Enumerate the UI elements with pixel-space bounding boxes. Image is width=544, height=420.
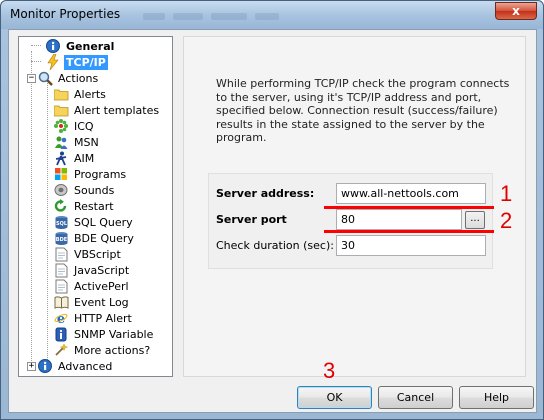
tree-item-label: ActivePerl xyxy=(74,279,129,293)
tree-item-label: Advanced xyxy=(58,359,113,373)
collapse-actions-button[interactable]: − xyxy=(27,74,36,83)
tree-item-label: Restart xyxy=(74,199,114,213)
tree-item-label: JavaScript xyxy=(74,263,130,277)
tree-item-bde-query[interactable]: BDE BDE Query xyxy=(53,230,136,246)
tree-item-label: SQL Query xyxy=(74,215,133,229)
aim-icon xyxy=(53,150,69,166)
cancel-button[interactable]: Cancel xyxy=(378,386,453,409)
server-port-label: Server port xyxy=(216,213,287,226)
close-button[interactable]: x xyxy=(495,2,537,20)
annotation-underline-1 xyxy=(324,206,494,209)
magnifier-icon xyxy=(37,70,53,86)
tree-item-sounds[interactable]: Sounds xyxy=(53,182,116,198)
folder-icon xyxy=(53,86,69,102)
tree-item-label: Alerts xyxy=(74,87,106,101)
tree-item-icq[interactable]: ICQ xyxy=(53,118,96,134)
folder-icon xyxy=(53,102,69,118)
tree-item-label: SNMP Variable xyxy=(74,327,154,341)
tree-item-alert-templates[interactable]: Alert templates xyxy=(53,102,161,118)
tree-item-vbscript[interactable]: VBScript xyxy=(53,246,123,262)
tree-item-label: HTTP Alert xyxy=(74,311,132,325)
tree-item-snmp-variable[interactable]: SNMP Variable xyxy=(53,326,155,342)
tree-item-label: TCP/IP xyxy=(64,54,108,70)
tree-item-advanced[interactable]: Advanced xyxy=(37,358,114,374)
server-port-input[interactable]: 80 xyxy=(336,209,462,230)
tree-item-restart[interactable]: Restart xyxy=(53,198,116,214)
annotation-number-3: 3 xyxy=(323,358,336,383)
tree-item-label: Programs xyxy=(74,167,127,181)
tree-item-more-actions[interactable]: More actions? xyxy=(53,342,152,358)
dialog-client-area: General TCP/IP − Actions Alerts Alert te… xyxy=(8,29,537,413)
script-icon xyxy=(53,262,69,278)
tree-item-sql-query[interactable]: SQL SQL Query xyxy=(53,214,135,230)
tree-item-label: More actions? xyxy=(74,343,151,357)
tree-item-label: VBScript xyxy=(74,247,121,261)
windows-icon xyxy=(53,166,69,182)
svg-text:BDE: BDE xyxy=(55,237,67,243)
tree-item-tcpip[interactable]: TCP/IP xyxy=(45,54,108,70)
more-icon xyxy=(53,342,69,358)
tree-item-javascript[interactable]: JavaScript xyxy=(53,262,131,278)
tree-item-actions[interactable]: Actions xyxy=(37,70,100,86)
msn-icon xyxy=(53,134,69,150)
check-duration-label: Check duration (sec): xyxy=(216,239,334,252)
connection-settings-group: Server address: www.all-nettools.com Ser… xyxy=(208,173,493,269)
server-address-input[interactable]: www.all-nettools.com xyxy=(336,183,486,204)
settings-tree[interactable]: General TCP/IP − Actions Alerts Alert te… xyxy=(18,36,173,377)
sql-icon: SQL xyxy=(53,214,69,230)
script-icon xyxy=(53,278,69,294)
tree-item-label: Actions xyxy=(58,71,99,85)
tree-item-alerts[interactable]: Alerts xyxy=(53,86,108,102)
tree-item-aim[interactable]: AIM xyxy=(53,150,96,166)
tree-item-programs[interactable]: Programs xyxy=(53,166,128,182)
info-icon xyxy=(45,38,61,54)
svg-text:SQL: SQL xyxy=(55,221,67,227)
tree-item-label: BDE Query xyxy=(74,231,134,245)
server-address-label: Server address: xyxy=(216,187,315,200)
browse-port-button[interactable]: ... xyxy=(465,211,485,229)
tree-item-label: MSN xyxy=(74,135,99,149)
tree-item-label: General xyxy=(66,39,115,53)
tree-guide-line xyxy=(31,45,41,46)
snmp-icon xyxy=(53,326,69,342)
ok-button[interactable]: OK xyxy=(297,386,372,409)
tree-item-label: Event Log xyxy=(74,295,129,309)
tree-item-msn[interactable]: MSN xyxy=(53,134,101,150)
tree-guide-line xyxy=(31,61,41,62)
expand-advanced-button[interactable]: + xyxy=(27,362,36,371)
tree-item-label: Alert templates xyxy=(74,103,160,117)
bde-icon: BDE xyxy=(53,230,69,246)
annotation-number-2: 2 xyxy=(500,208,513,233)
icq-icon xyxy=(53,118,69,134)
title-bar[interactable]: Monitor Properties x xyxy=(1,1,543,29)
tree-item-label: AIM xyxy=(74,151,95,165)
tree-item-activeperl[interactable]: ActivePerl xyxy=(53,278,131,294)
tree-item-event-log[interactable]: Event Log xyxy=(53,294,131,310)
annotation-underline-2 xyxy=(324,230,494,233)
help-button[interactable]: Help xyxy=(459,386,534,409)
check-duration-input[interactable]: 30 xyxy=(336,235,486,256)
tree-item-http-alert[interactable]: e HTTP Alert xyxy=(53,310,134,326)
ie-icon: e xyxy=(53,310,69,326)
background-menu-ghost xyxy=(143,10,293,20)
tree-item-label: Sounds xyxy=(74,183,115,197)
speaker-icon xyxy=(53,182,69,198)
annotation-number-1: 1 xyxy=(500,181,513,206)
tcpip-description: While performing TCP/IP check the progra… xyxy=(216,77,510,144)
restart-icon xyxy=(53,198,69,214)
tree-guide-line xyxy=(31,51,32,369)
lightning-icon xyxy=(45,54,61,70)
window-title: Monitor Properties xyxy=(10,7,121,21)
info-icon xyxy=(37,358,53,374)
tree-item-label: ICQ xyxy=(74,119,94,133)
dialog-window: Monitor Properties x General TCP/IP − Ac… xyxy=(0,0,544,420)
book-icon xyxy=(53,294,69,310)
tree-guide-line xyxy=(47,79,48,364)
script-icon xyxy=(53,246,69,262)
tree-item-general[interactable]: General xyxy=(45,38,116,54)
